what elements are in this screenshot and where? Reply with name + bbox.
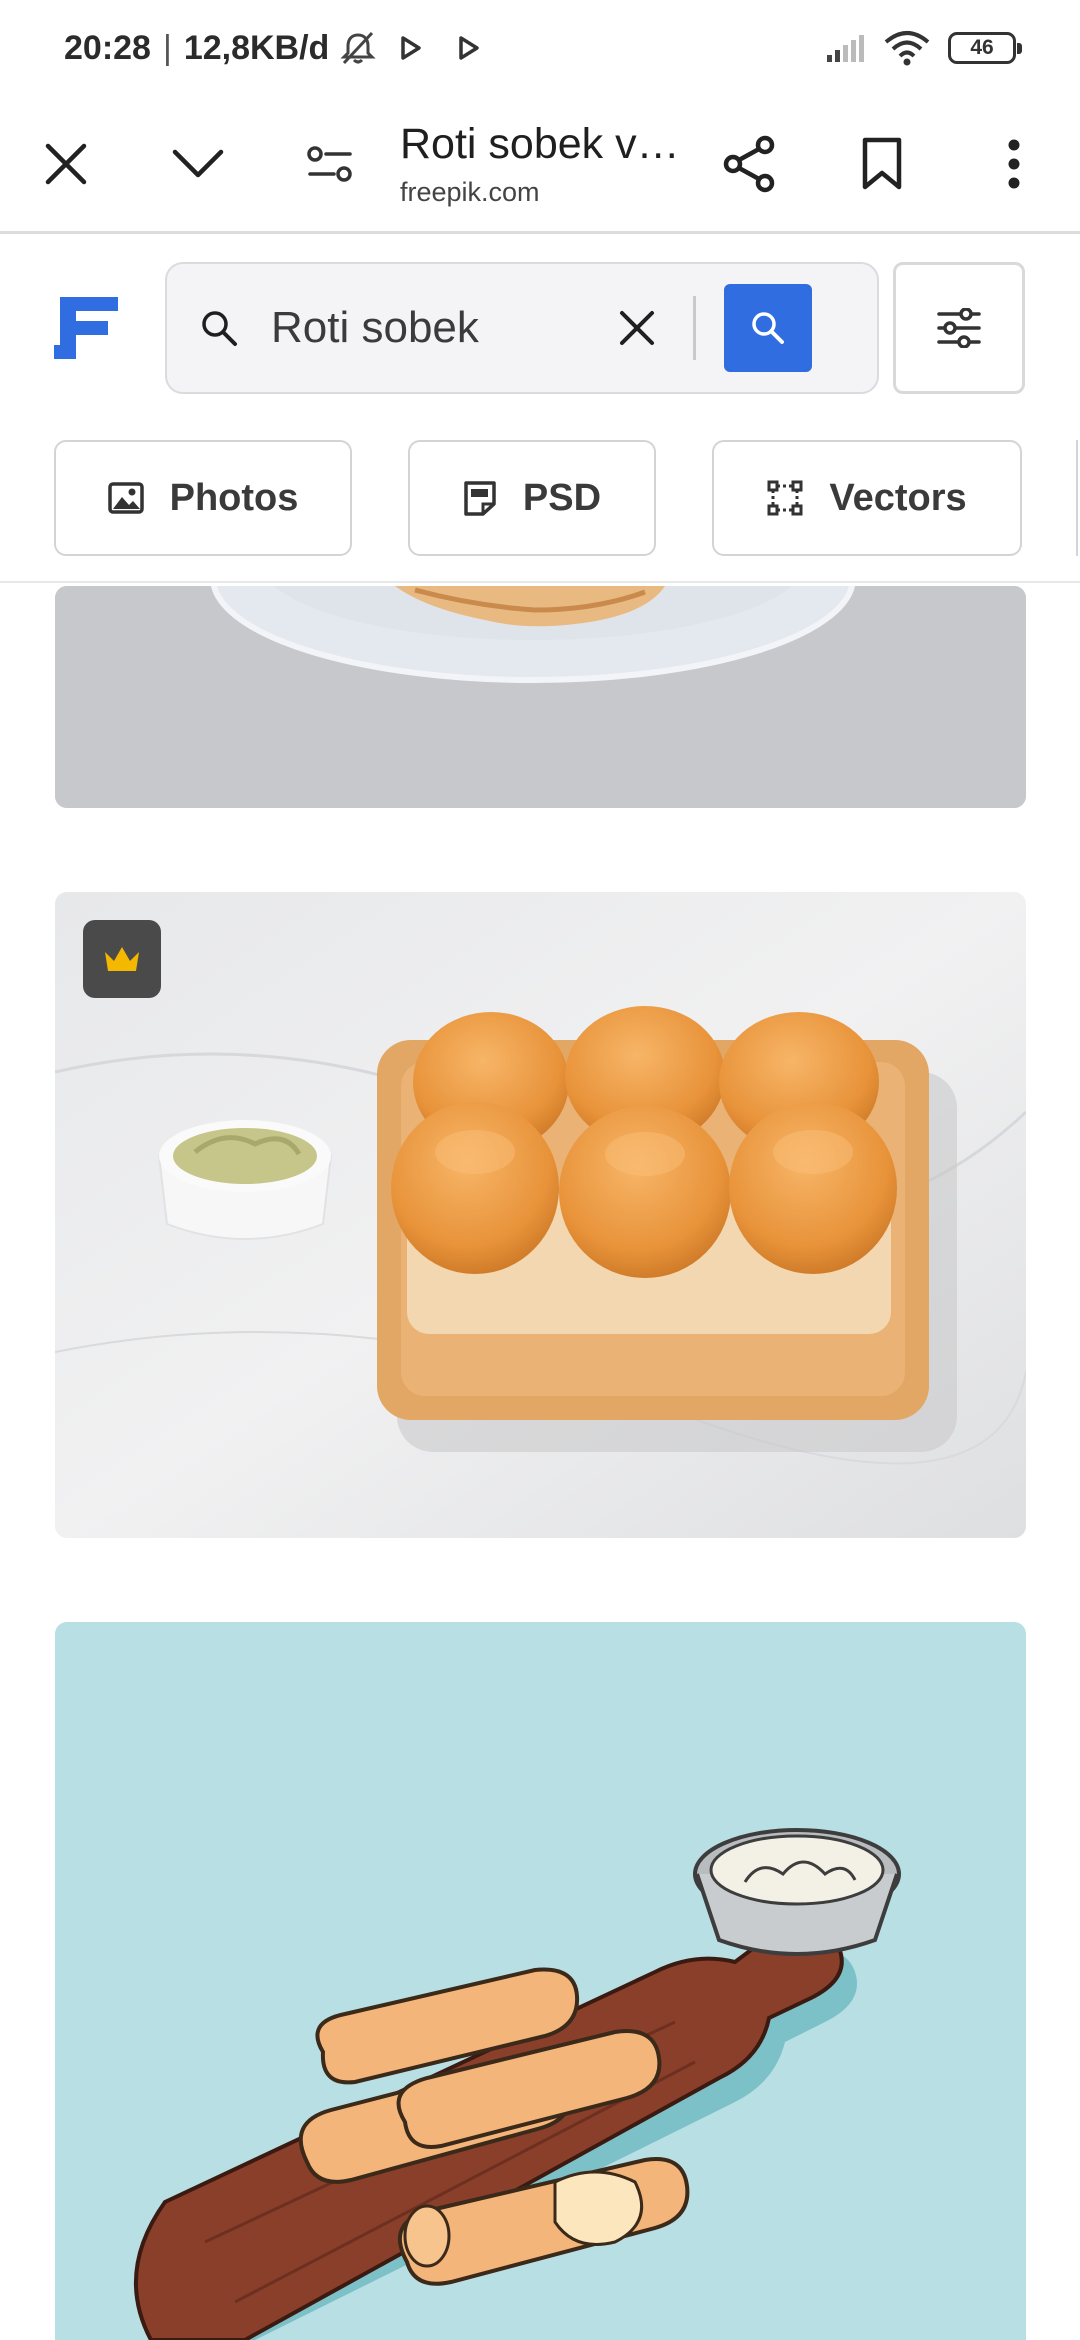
status-separator: | bbox=[162, 28, 172, 67]
search-icon bbox=[752, 312, 784, 344]
minimize-tab-button[interactable] bbox=[132, 95, 264, 233]
toolbar-actions bbox=[684, 95, 1080, 233]
more-options-button[interactable] bbox=[948, 95, 1080, 233]
result-card-3[interactable] bbox=[55, 1622, 1026, 2340]
battery-level: 46 bbox=[970, 36, 994, 59]
crown-icon bbox=[105, 947, 139, 971]
content-type-chips: Photos PSD Vectors bbox=[54, 440, 1022, 556]
share-icon bbox=[723, 135, 775, 192]
chevron-down-icon bbox=[172, 149, 224, 177]
site-settings-icon bbox=[307, 145, 352, 182]
chip-psd[interactable]: PSD bbox=[408, 440, 656, 556]
chip-label: Photos bbox=[169, 476, 299, 519]
play-icon bbox=[401, 36, 422, 60]
image-icon bbox=[107, 482, 144, 514]
chip-label: Vectors bbox=[829, 476, 967, 519]
chip-vectors[interactable]: Vectors bbox=[712, 440, 1022, 556]
freepik-logo-icon[interactable] bbox=[54, 297, 118, 359]
status-bar: 20:28 | 12,8KB/d 46 bbox=[0, 0, 1080, 96]
search-icon bbox=[167, 309, 271, 347]
close-icon bbox=[45, 143, 87, 184]
search-submit-button[interactable] bbox=[724, 284, 812, 372]
result-image bbox=[55, 1622, 1026, 2340]
sliders-icon bbox=[937, 308, 981, 348]
bookmark-icon bbox=[862, 137, 902, 189]
bookmark-button[interactable] bbox=[816, 95, 948, 233]
status-right: 46 bbox=[826, 30, 1022, 66]
share-button[interactable] bbox=[684, 95, 816, 233]
status-left: 20:28 | 12,8KB/d bbox=[64, 29, 483, 68]
psd-file-icon bbox=[464, 481, 496, 516]
result-card-1[interactable] bbox=[55, 586, 1026, 808]
search-input[interactable] bbox=[271, 303, 591, 353]
signal-icon bbox=[827, 35, 864, 62]
close-icon bbox=[620, 311, 654, 345]
network-speed: 12,8KB/d bbox=[183, 28, 330, 67]
play-icon bbox=[459, 36, 480, 60]
chip-photos[interactable]: Photos bbox=[54, 440, 352, 556]
wifi-icon bbox=[884, 31, 930, 66]
chip-overflow[interactable] bbox=[1076, 440, 1080, 556]
search-box bbox=[165, 262, 879, 394]
address-area[interactable]: Roti sobek ve... freepik.com bbox=[396, 119, 684, 208]
battery-icon: 46 bbox=[948, 32, 1022, 64]
status-time: 20:28 bbox=[64, 28, 151, 67]
page-title: Roti sobek ve... bbox=[400, 120, 684, 169]
more-vert-icon bbox=[1008, 139, 1020, 188]
result-image bbox=[55, 586, 1026, 808]
browser-toolbar: Roti sobek ve... freepik.com bbox=[0, 96, 1080, 234]
close-tab-button[interactable] bbox=[0, 95, 132, 233]
mute-icon bbox=[340, 31, 376, 65]
page-domain: freepik.com bbox=[400, 176, 540, 207]
filters-button[interactable] bbox=[893, 262, 1025, 394]
search-divider bbox=[693, 296, 696, 360]
chip-label: PSD bbox=[522, 476, 602, 519]
result-card-2[interactable] bbox=[55, 892, 1026, 1538]
premium-badge bbox=[83, 920, 161, 998]
result-image bbox=[55, 892, 1026, 1538]
vector-icon bbox=[767, 480, 803, 516]
site-settings-button[interactable] bbox=[264, 95, 396, 233]
clear-search-button[interactable] bbox=[597, 288, 677, 368]
